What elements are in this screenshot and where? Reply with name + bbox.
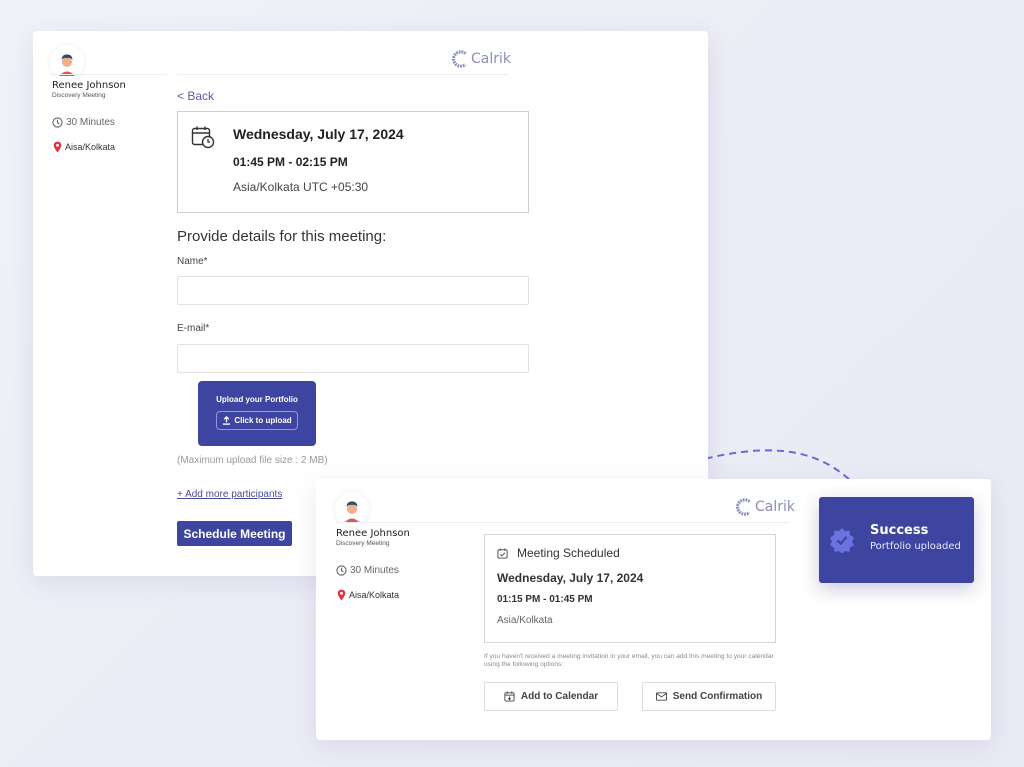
email-input[interactable]: [177, 344, 529, 373]
confirm-time: 01:15 PM - 01:45 PM: [497, 594, 593, 605]
schedule-meeting-button[interactable]: Schedule Meeting: [177, 521, 292, 546]
email-label: E-mail*: [177, 323, 210, 334]
toast-title: Success: [870, 523, 929, 538]
header-divider: [335, 522, 790, 523]
clock-icon: [336, 565, 347, 576]
meeting-type: Discovery Meeting: [336, 540, 390, 547]
host-name: Renee Johnson: [336, 528, 410, 539]
sidebar-divider: [50, 74, 167, 75]
clock-icon: [52, 117, 63, 128]
meeting-scheduled-box: Meeting Scheduled Wednesday, July 17, 20…: [484, 534, 776, 643]
name-label: Name*: [177, 256, 208, 267]
add-to-calendar-label: Add to Calendar: [520, 691, 599, 702]
success-toast: Success Portfolio uploaded: [819, 497, 974, 583]
brand-name: Calrik: [471, 51, 511, 67]
location-row: Aisa/Kolkata: [337, 589, 399, 601]
verified-badge-icon: [830, 528, 854, 553]
send-confirmation-button[interactable]: Send Confirmation: [642, 682, 776, 711]
upload-icon: [223, 416, 231, 425]
brand-logo: Calrik: [452, 50, 511, 68]
meeting-type: Discovery Meeting: [52, 92, 106, 99]
mail-icon: [655, 692, 667, 701]
header-divider: [177, 74, 509, 75]
location-text: Aisa/Kolkata: [65, 142, 116, 152]
event-date: Wednesday, July 17, 2024: [233, 126, 404, 142]
brand-name: Calrik: [755, 499, 795, 515]
calrik-logo-icon: [452, 50, 467, 68]
host-name: Renee Johnson: [52, 80, 126, 91]
upload-button-label: Click to upload: [234, 416, 292, 425]
brand-logo: Calrik: [736, 498, 795, 516]
click-to-upload-button[interactable]: Click to upload: [216, 411, 298, 430]
host-avatar: [335, 492, 369, 526]
upload-title: Upload your Portfolio: [216, 395, 298, 404]
form-heading: Provide details for this meeting:: [177, 228, 387, 245]
add-to-calendar-button[interactable]: Add to Calendar: [484, 682, 618, 711]
toast-message: Portfolio uploaded: [870, 541, 961, 552]
duration-text: 30 Minutes: [66, 117, 115, 128]
confirm-title-text: Meeting Scheduled: [517, 546, 620, 560]
calendar-note: If you haven't received a meeting invita…: [484, 653, 774, 668]
upload-size-hint: (Maximum upload file size : 2 MB): [177, 455, 328, 466]
duration-text: 30 Minutes: [350, 565, 399, 576]
event-timezone: Asia/Kolkata UTC +05:30: [233, 180, 369, 194]
calendar-clock-icon: [191, 126, 215, 149]
event-time: 01:45 PM - 02:15 PM: [233, 155, 348, 169]
calendar-add-icon: [504, 691, 515, 702]
confirm-date: Wednesday, July 17, 2024: [497, 571, 644, 585]
calrik-logo-icon: [736, 498, 751, 516]
location-pin-icon: [53, 141, 62, 153]
add-participants-link[interactable]: + Add more participants: [177, 489, 282, 500]
duration-row: 30 Minutes: [336, 565, 399, 576]
location-pin-icon: [337, 589, 346, 601]
location-text: Aisa/Kolkata: [349, 590, 400, 600]
location-row: Aisa/Kolkata: [53, 141, 115, 153]
event-summary-box: Wednesday, July 17, 2024 01:45 PM - 02:1…: [177, 111, 529, 213]
name-input[interactable]: [177, 276, 529, 305]
back-link[interactable]: < Back: [177, 89, 214, 103]
send-confirmation-label: Send Confirmation: [672, 691, 763, 702]
calendar-check-icon: [497, 547, 508, 559]
duration-row: 30 Minutes: [52, 117, 115, 128]
upload-portfolio-panel: Upload your Portfolio Click to upload: [198, 381, 316, 446]
confirm-timezone: Asia/Kolkata: [497, 615, 553, 626]
meeting-scheduled-title: Meeting Scheduled: [497, 546, 620, 560]
